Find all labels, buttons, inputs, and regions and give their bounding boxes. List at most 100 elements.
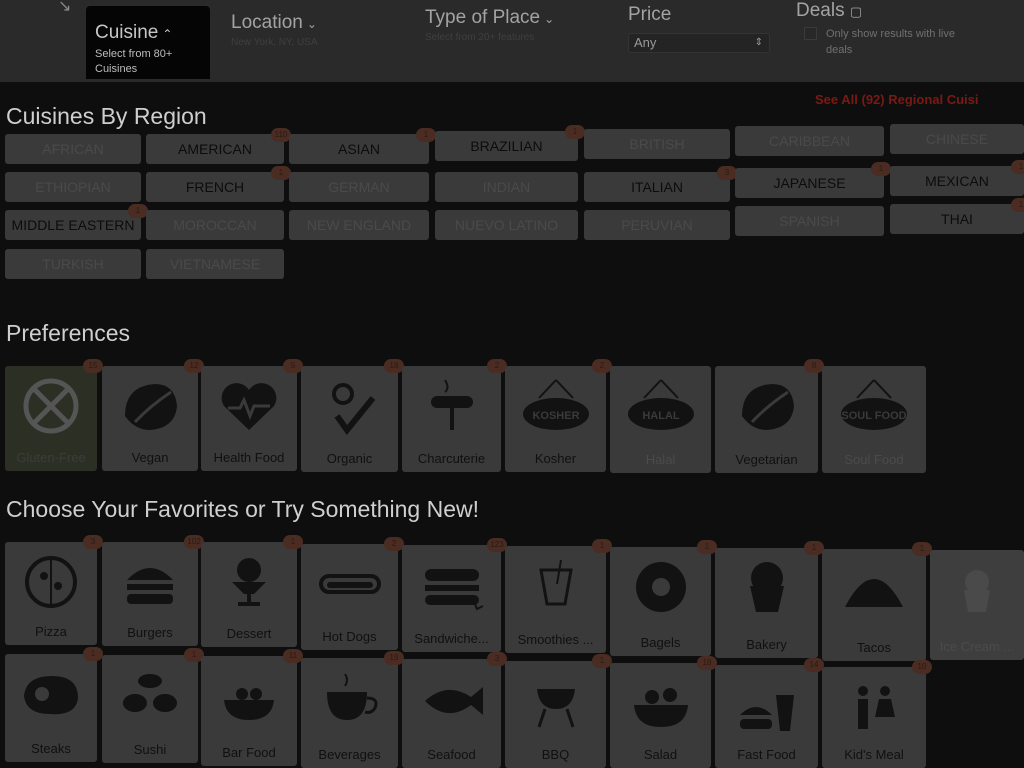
tile-salad[interactable]: Salad 18	[610, 656, 717, 768]
tile-beverages[interactable]: Beverages 19	[301, 651, 404, 768]
kids-icon	[822, 677, 926, 737]
tile-label: Salad	[643, 747, 678, 762]
region-button-chinese[interactable]: CHINESE	[890, 124, 1024, 154]
charcuterie-icon	[402, 376, 501, 436]
tile-tacos[interactable]: Tacos 1	[822, 542, 932, 661]
tile-label: Smoothies ...	[517, 632, 594, 647]
tile-kosher[interactable]: KOSHER Kosher 2	[505, 359, 612, 472]
chevron-down-icon: ⌄	[306, 17, 317, 31]
region-label: PERUVIAN	[621, 217, 693, 233]
region-label: ETHIOPIAN	[35, 179, 111, 195]
pizza-icon	[5, 552, 97, 612]
organic-icon	[301, 376, 398, 436]
fast-food-icon	[715, 675, 818, 735]
tile-bagels[interactable]: Bagels 1	[610, 540, 717, 656]
tile-kid-s-meal[interactable]: Kid's Meal 10	[822, 660, 932, 768]
tile-pizza[interactable]: Pizza 3	[5, 535, 103, 645]
tile-label: Dessert	[226, 626, 272, 641]
region-label: JAPANESE	[773, 175, 846, 191]
region-button-japanese[interactable]: JAPANESE 1	[735, 162, 891, 198]
fish-icon	[402, 669, 501, 729]
region-button-thai[interactable]: THAI 1	[890, 198, 1024, 234]
region-label: BRAZILIAN	[470, 138, 543, 154]
bar-food-icon	[201, 666, 297, 726]
count-badge: 10	[912, 660, 932, 674]
tab-cuisine[interactable]: Cuisine ⌃ Select from 80+ Cuisines	[86, 6, 210, 79]
tile-label: Pizza	[35, 624, 67, 639]
see-all-link[interactable]: See All (92) Regional Cuisi	[815, 92, 979, 107]
region-button-asian[interactable]: ASIAN 1	[289, 128, 436, 164]
region-button-caribbean[interactable]: CARIBBEAN	[735, 126, 884, 156]
count-badge: 11	[283, 649, 303, 663]
count-badge: 1	[1011, 198, 1024, 212]
region-button-indian[interactable]: INDIAN	[435, 172, 578, 202]
deals-note: Only show results with live deals	[826, 28, 955, 56]
tile-label: Soul Food	[844, 452, 904, 467]
tile-sushi[interactable]: Sushi 1	[102, 648, 204, 763]
deals-filter: Deals ▢	[796, 0, 862, 22]
tab-location[interactable]: Location ⌄ New York, NY, USA	[231, 12, 318, 48]
heart-icon	[201, 376, 297, 436]
tile-halal[interactable]: HALAL Halal	[610, 366, 711, 473]
region-button-new-england[interactable]: NEW ENGLAND	[289, 210, 429, 240]
tile-label: Vegan	[131, 450, 169, 465]
cuisine-subtitle: Select from 80+ Cuisines	[95, 48, 173, 75]
cupcake-icon	[930, 560, 1024, 620]
tile-health-food[interactable]: Health Food 5	[201, 359, 303, 471]
tile-label: Kosher	[534, 451, 577, 466]
region-label: VIETNAMESE	[169, 256, 261, 272]
region-button-middle-eastern[interactable]: MIDDLE EASTERN 1	[5, 204, 148, 240]
taco-icon	[822, 559, 926, 619]
tile-hot-dogs[interactable]: Hot Dogs 2	[301, 537, 404, 650]
tile-bar-food[interactable]: Bar Food 11	[201, 649, 303, 766]
region-button-peruvian[interactable]: PERUVIAN	[584, 210, 730, 240]
tile-charcuterie[interactable]: Charcuterie 2	[402, 359, 507, 472]
halal-sign-icon: HALAL	[610, 376, 711, 436]
region-button-turkish[interactable]: TURKISH	[5, 249, 141, 279]
tile-seafood[interactable]: Seafood 3	[402, 652, 507, 768]
count-badge: 1	[416, 128, 436, 142]
tile-label: BBQ	[541, 747, 570, 762]
tile-vegan[interactable]: Vegan 12	[102, 359, 204, 471]
region-button-vietnamese[interactable]: VIETNAMESE	[146, 249, 284, 279]
tile-smoothies[interactable]: Smoothies ... 1	[505, 539, 612, 653]
region-button-british[interactable]: BRITISH	[584, 129, 730, 159]
dessert-icon	[201, 552, 297, 612]
leaf-icon	[102, 376, 198, 436]
sandwich-icon	[402, 555, 501, 615]
region-button-american[interactable]: AMERICAN 110	[146, 128, 291, 164]
region-label: SPANISH	[779, 213, 840, 229]
tile-bakery[interactable]: Bakery 1	[715, 541, 824, 658]
tile-dessert[interactable]: Dessert 1	[201, 535, 303, 647]
region-button-german[interactable]: GERMAN	[289, 172, 429, 202]
region-label: ITALIAN	[631, 179, 683, 195]
tile-label: Kid's Meal	[844, 747, 904, 762]
tile-sandwiche[interactable]: Sandwiche... 123	[402, 538, 507, 652]
region-button-italian[interactable]: ITALIAN 3	[584, 166, 737, 202]
tile-ice-cream[interactable]: Ice Cream ...	[930, 550, 1024, 660]
tab-type-of-place[interactable]: Type of Place ⌄ Select from 20+ features	[425, 7, 554, 43]
tile-fast-food[interactable]: Fast Food 14	[715, 658, 824, 768]
deals-checkbox[interactable]	[804, 27, 817, 40]
tile-label: Halal	[645, 452, 676, 467]
svg-text:HALAL: HALAL	[642, 410, 680, 422]
tile-soul-food[interactable]: SOUL FOOD Soul Food	[822, 366, 926, 473]
region-button-nuevo-latino[interactable]: NUEVO LATINO	[435, 210, 578, 240]
region-button-ethiopian[interactable]: ETHIOPIAN	[5, 172, 141, 202]
tile-vegetarian[interactable]: Vegetarian 8	[715, 359, 824, 473]
region-button-brazilian[interactable]: BRAZILIAN 1	[435, 125, 585, 161]
region-button-spanish[interactable]: SPANISH	[735, 206, 884, 236]
price-select[interactable]: Any ⇕	[628, 33, 770, 53]
tile-steaks[interactable]: Steaks 1	[5, 647, 103, 762]
tile-burgers[interactable]: Burgers 102	[102, 535, 204, 646]
tile-gluten-free[interactable]: Gluten-Free 15	[5, 359, 103, 471]
region-button-mexican[interactable]: MEXICAN 1	[890, 160, 1024, 196]
region-button-moroccan[interactable]: MOROCCAN	[146, 210, 284, 240]
region-button-french[interactable]: FRENCH 1	[146, 166, 291, 202]
region-button-african[interactable]: AFRICAN	[5, 134, 141, 164]
tile-bbq[interactable]: BBQ 1	[505, 654, 612, 768]
burger-icon	[102, 552, 198, 612]
tile-organic[interactable]: Organic 18	[301, 359, 404, 472]
grill-icon	[505, 671, 606, 731]
favorites-title: Choose Your Favorites or Try Something N…	[6, 496, 480, 522]
